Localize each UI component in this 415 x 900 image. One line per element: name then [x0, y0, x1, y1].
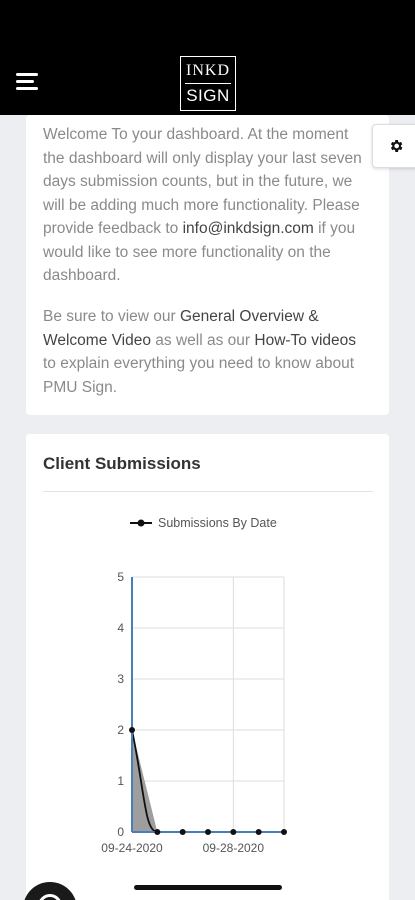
videos-text-part: to explain everything you need to know a… [43, 355, 355, 396]
app-header: INKD SIGN [0, 49, 415, 115]
client-submissions-card: Client Submissions Submissions By Date 0 1… [26, 434, 389, 900]
submissions-chart: Submissions By Date 0 1 2 3 4 5 09-24-2020 09-28… [101, 516, 287, 855]
welcome-card: Welcome To your dashboard. At the moment… [26, 115, 389, 415]
home-indicator [134, 885, 282, 890]
settings-button[interactable] [372, 124, 415, 168]
x-tick-label: 09-28-2020 [203, 841, 265, 855]
data-point [281, 829, 287, 835]
data-point [179, 829, 186, 835]
logo-text-bottom: SIGN [186, 86, 230, 105]
legend-marker [137, 519, 145, 527]
how-to-videos-link[interactable]: How-To videos [254, 332, 356, 349]
data-point [205, 829, 211, 835]
x-tick-label: 09-24-2020 [101, 841, 163, 855]
y-tick-label: 4 [117, 621, 124, 635]
status-bar [0, 0, 415, 49]
y-tick-label: 0 [117, 825, 124, 839]
gear-icon [390, 140, 403, 152]
videos-paragraph: Be sure to view our General Overview & W… [43, 305, 373, 399]
data-point [129, 727, 135, 733]
feedback-email-link[interactable]: info@inkdsign.com [183, 220, 314, 237]
chat-icon [38, 894, 62, 900]
videos-text-part: Be sure to view our [43, 308, 180, 325]
hamburger-menu-icon[interactable] [16, 73, 42, 91]
data-point [255, 829, 262, 835]
data-point [154, 829, 161, 835]
welcome-paragraph: Welcome To your dashboard. At the moment… [43, 123, 373, 288]
videos-text-part: as well as our [151, 331, 255, 349]
y-tick-label: 1 [117, 774, 124, 788]
data-point [230, 829, 237, 835]
legend-label: Submissions By Date [158, 516, 277, 530]
y-tick-label: 5 [117, 570, 124, 584]
y-tick-label: 3 [117, 672, 124, 686]
inkd-sign-logo[interactable]: INKD SIGN [180, 56, 236, 111]
logo-text-top: INKD [186, 62, 230, 79]
y-tick-label: 2 [117, 723, 124, 737]
